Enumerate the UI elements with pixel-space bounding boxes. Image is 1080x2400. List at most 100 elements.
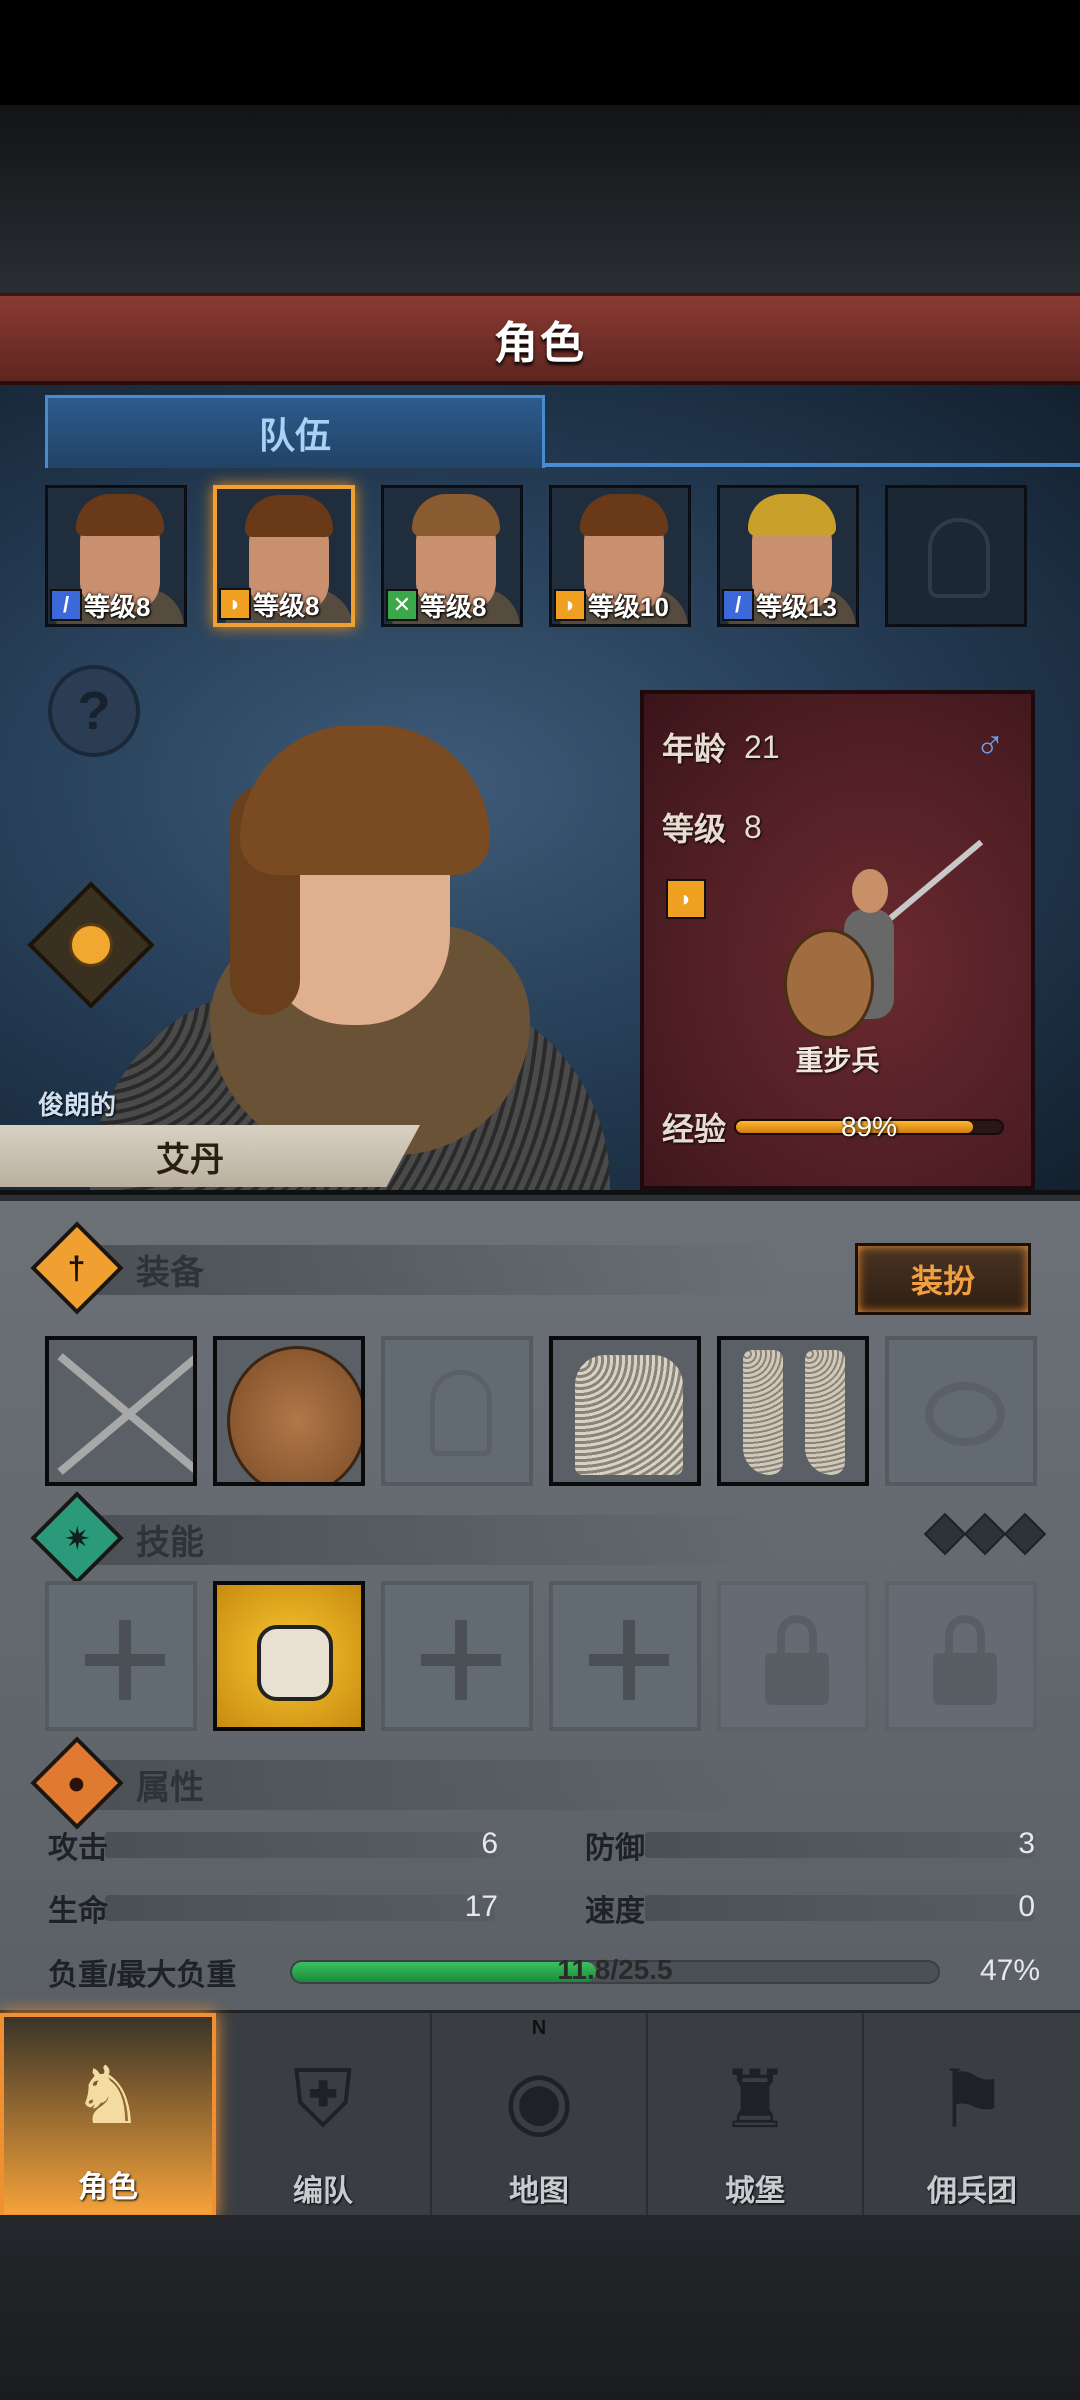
skill-points — [923, 1512, 1047, 1556]
skills-title: 技能 — [136, 1524, 204, 1562]
cross-icon — [421, 1620, 501, 1700]
helmet-icon — [430, 1370, 492, 1456]
armor-slot[interactable] — [549, 1336, 701, 1486]
lock-icon — [933, 1615, 997, 1705]
knight-icon: ♞ — [72, 2050, 144, 2140]
portrait-hair — [412, 494, 500, 536]
sword-class-icon: / — [50, 589, 82, 621]
round-shield-icon — [227, 1346, 361, 1482]
name-plate[interactable]: 艾丹 — [0, 1125, 420, 1187]
skill-slot-locked[interactable] — [885, 1581, 1037, 1731]
bottom-backdrop — [0, 2215, 1080, 2400]
weapon-slot[interactable] — [45, 1336, 197, 1486]
level-text: 等级8 — [84, 591, 151, 622]
defense-label: 防御 — [585, 1832, 645, 1865]
portrait-hair — [580, 494, 668, 536]
castle-icon: ♜ — [719, 2054, 791, 2144]
bow-class-icon: ✕ — [386, 589, 418, 621]
equipment-title: 装备 — [136, 1254, 204, 1292]
roster-slot-4[interactable]: ◗ 等级10 — [549, 485, 691, 627]
xp-row: 经验 89% — [662, 1104, 1005, 1150]
level-badge: ◗ 等级10 — [552, 586, 688, 624]
roster: / 等级8 ◗ 等级8 ✕ 等级8 ◗ 等级10 / 等级13 — [45, 485, 1035, 627]
life-label: 生命 — [48, 1895, 108, 1928]
ring-slot[interactable] — [885, 1336, 1037, 1486]
age-label: 年龄 — [662, 731, 727, 767]
tab-team[interactable]: 队伍 — [45, 395, 545, 468]
status-bar — [0, 0, 1080, 105]
character-panel: 队伍 / 等级8 ◗ 等级8 ✕ 等级8 ◗ 等级10 / 等级13 ? 俊朗的… — [0, 385, 1080, 1190]
load-percent: 47% — [979, 1954, 1040, 1987]
skill-slot-gauntlet[interactable] — [213, 1581, 365, 1731]
roster-slot-5[interactable]: / 等级13 — [717, 485, 859, 627]
load-value: 11.8/25.5 — [557, 1954, 673, 1985]
attack-row: 攻击 — [48, 1825, 108, 1865]
xp-percent: 89% — [840, 1111, 898, 1142]
roster-slot-2[interactable]: ◗ 等级8 — [213, 485, 355, 627]
roster-slot-3[interactable]: ✕ 等级8 — [381, 485, 523, 627]
gauntlet-icon — [257, 1625, 333, 1701]
life-row: 生命 — [48, 1888, 108, 1928]
header-bar: 角色 — [0, 293, 1080, 385]
cross-icon — [589, 1620, 669, 1700]
helmet-slot[interactable] — [381, 1336, 533, 1486]
mercenary-banner-icon: ⚑ — [936, 2054, 1008, 2144]
dress-up-button[interactable]: 装扮 — [855, 1243, 1031, 1315]
shield-class-icon: ◗ — [666, 879, 706, 919]
level-value: 8 — [744, 808, 762, 845]
level-badge: ✕ 等级8 — [384, 586, 520, 624]
page-title: 角色 — [494, 318, 586, 368]
nav-mercenary[interactable]: ⚑ 佣兵团 — [864, 2013, 1080, 2218]
attack-label: 攻击 — [48, 1832, 108, 1865]
unit-shield — [784, 929, 874, 1039]
attributes-section-icon: ● — [30, 1736, 124, 1830]
sword-class-icon: / — [722, 589, 754, 621]
attack-value: 6 — [481, 1827, 498, 1860]
empty-helmet-icon — [928, 518, 990, 598]
character-portrait — [90, 725, 630, 1190]
load-label: 负重/最大负重 — [48, 1959, 237, 1992]
nav-castle[interactable]: ♜ 城堡 — [648, 2013, 864, 2218]
speed-row: 速度 — [585, 1888, 645, 1928]
portrait-hair — [76, 494, 164, 536]
skill-slot-empty[interactable] — [381, 1581, 533, 1731]
skill-point-icon — [963, 1512, 1007, 1556]
skill-slot-locked[interactable] — [717, 1581, 869, 1731]
skill-point-icon — [1003, 1512, 1047, 1556]
xp-bar: 89% — [734, 1111, 1005, 1142]
top-backdrop — [0, 105, 1080, 293]
boot-right-icon — [805, 1350, 845, 1475]
defense-value: 3 — [1018, 1827, 1035, 1860]
level-badge: / 等级13 — [720, 586, 856, 624]
character-name: 艾丹 — [156, 1140, 224, 1179]
character-trait: 俊朗的 — [38, 1090, 117, 1120]
tab-underline — [545, 463, 1080, 467]
load-bar: 11.8/25.5 — [290, 1954, 940, 1985]
life-value: 17 — [464, 1890, 498, 1923]
info-banner: 年龄 21 ♂ 等级 8 ◗ 重步兵 经验 89% — [640, 690, 1035, 1190]
skills-grid — [45, 1581, 1037, 1731]
nav-character[interactable]: ♞ 角色 — [0, 2013, 216, 2218]
portrait-hair — [245, 495, 333, 537]
equipment-section-icon: † — [30, 1221, 124, 1315]
skill-slot-empty[interactable] — [549, 1581, 701, 1731]
unit-head — [852, 869, 888, 913]
level-text: 等级13 — [756, 591, 837, 622]
nav-formation[interactable]: ⛨ 编队 — [216, 2013, 432, 2218]
age-value: 21 — [744, 728, 780, 765]
level-text: 等级8 — [420, 591, 487, 622]
shield-slot[interactable] — [213, 1336, 365, 1486]
nav-castle-label: 城堡 — [725, 2175, 785, 2208]
roster-slot-1[interactable]: / 等级8 — [45, 485, 187, 627]
age-row: 年龄 21 — [662, 724, 780, 770]
lock-icon — [765, 1615, 829, 1705]
boots-slot[interactable] — [717, 1336, 869, 1486]
skill-point-icon — [923, 1512, 967, 1556]
nav-map[interactable]: N ◉ 地图 — [432, 2013, 648, 2218]
roster-slot-empty[interactable] — [885, 485, 1027, 627]
level-label: 等级 — [662, 811, 727, 847]
skill-slot-empty[interactable] — [45, 1581, 197, 1731]
xp-label: 经验 — [662, 1111, 727, 1147]
shield-class-icon: ◗ — [219, 588, 251, 620]
ring-icon — [925, 1382, 1005, 1446]
